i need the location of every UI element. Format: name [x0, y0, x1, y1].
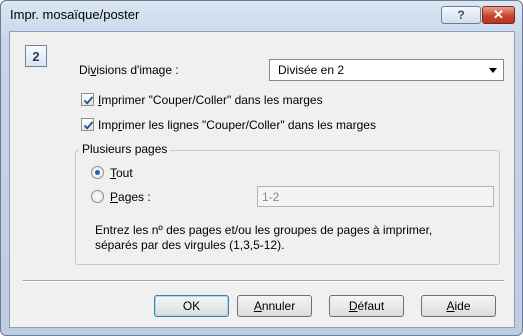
ok-button-label: OK — [182, 299, 201, 313]
cut-paste-lines-checkbox[interactable] — [81, 118, 94, 131]
all-pages-label[interactable]: Tout — [110, 166, 133, 180]
pages-range-input[interactable]: 1-2 — [257, 186, 494, 207]
dialog-title: Impr. mosaïque/poster — [10, 7, 140, 22]
help-button-label: Aide — [446, 299, 471, 313]
help-button[interactable]: Aide — [421, 295, 496, 317]
dialog-window: Impr. mosaïque/poster ? ✕ 2 Divisions d'… — [0, 0, 523, 336]
tile-division-preview-icon: 2 — [25, 45, 47, 67]
ok-button[interactable]: OK — [154, 295, 229, 317]
pages-label[interactable]: Pages : — [110, 190, 151, 204]
cut-paste-margins-label[interactable]: Imprimer "Couper/Coller" dans les marges — [98, 93, 323, 107]
cut-paste-margins-checkbox[interactable] — [81, 93, 94, 106]
pages-hint-text: Entrez les nº des pages et/ou les groupe… — [95, 223, 495, 253]
image-divisions-value: Divisée en 2 — [278, 63, 345, 77]
question-icon: ? — [457, 8, 465, 22]
defaults-button[interactable]: Défaut — [329, 295, 404, 317]
help-title-button[interactable]: ? — [441, 6, 481, 24]
radio-selected-dot — [95, 170, 100, 175]
preview-badge-number: 2 — [32, 48, 40, 64]
cancel-button-label: Annuler — [253, 299, 296, 313]
multiple-pages-title: Plusieurs pages — [79, 142, 171, 156]
cut-paste-lines-label[interactable]: Imprimer les lignes "Couper/Coller" dans… — [98, 118, 376, 132]
pages-hint-line-2: séparés par des virgules (1,3,5-12). — [95, 238, 285, 252]
title-bar[interactable]: Impr. mosaïque/poster ? ✕ — [1, 1, 522, 29]
pages-hint-line-1: Entrez les nº des pages et/ou les groupe… — [95, 223, 433, 237]
checkmark-icon — [83, 121, 94, 130]
footer-separator — [23, 280, 504, 282]
pages-radio[interactable] — [91, 190, 104, 203]
close-icon: ✕ — [493, 7, 504, 22]
checkmark-icon — [83, 96, 94, 105]
cancel-button[interactable]: Annuler — [237, 295, 312, 317]
chevron-down-icon — [489, 68, 497, 73]
image-divisions-select[interactable]: Divisée en 2 — [269, 59, 504, 81]
divisions-label: Divisions d'image : — [79, 63, 179, 77]
close-button[interactable]: ✕ — [482, 6, 515, 24]
all-pages-radio[interactable] — [91, 166, 104, 179]
defaults-button-label: Défaut — [348, 299, 385, 313]
